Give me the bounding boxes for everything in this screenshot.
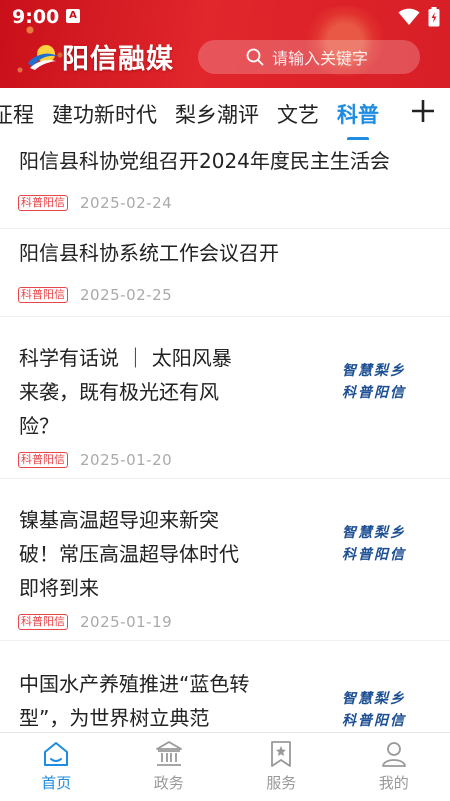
news-title-line: 破！常压高温超导体时代: [19, 537, 239, 571]
notification-badge-icon: A: [66, 9, 80, 23]
source-tag: 科普阳信: [18, 614, 68, 630]
tabs-scroll[interactable]: 征程 建功新时代 梨乡潮评 文艺 科普: [0, 88, 400, 140]
news-title-line: 险？: [19, 409, 232, 443]
nav-label: 服务: [266, 772, 296, 793]
news-title: 中国水产养殖推进“蓝色转 型”，为世界树立典范: [19, 667, 249, 732]
news-title-line: 科学有话说 ｜ 太阳风暴: [19, 341, 232, 375]
status-time: 9:00: [12, 6, 59, 28]
news-date: 2025-01-20: [80, 451, 172, 469]
tab-lixiang-chaoping[interactable]: 梨乡潮评: [175, 99, 259, 129]
status-bar: 9:00 A: [0, 0, 450, 34]
news-title-line: 中国水产养殖推进“蓝色转: [19, 667, 249, 701]
home-icon: [41, 739, 71, 769]
wifi-icon: [398, 8, 420, 26]
app-name: 阳信融媒: [62, 37, 174, 76]
news-date: 2025-02-24: [80, 194, 172, 212]
battery-icon: [428, 7, 440, 27]
news-date: 2025-01-19: [80, 613, 172, 631]
news-title-line: 来袭，既有极光还有风: [19, 375, 232, 409]
news-meta: 科普阳信 2025-02-25: [18, 286, 172, 304]
news-meta: 科普阳信 2025-01-20: [18, 451, 172, 469]
nav-label: 我的: [379, 772, 409, 793]
news-meta: 科普阳信 2025-02-24: [18, 194, 172, 212]
search-placeholder: 请输入关键字: [272, 45, 368, 69]
nav-label: 首页: [41, 772, 71, 793]
nav-service[interactable]: 服务: [225, 733, 338, 801]
news-item[interactable]: 中国水产养殖推进“蓝色转 型”，为世界树立典范 智慧梨乡 科普阳信: [0, 640, 450, 732]
app-header: 9:00 A 阳信融媒 请输入关键字: [0, 0, 450, 88]
plus-icon[interactable]: [410, 98, 436, 124]
news-title: 阳信县科协系统工作会议召开: [19, 236, 279, 270]
bottom-nav: 首页 政务 服务 我的: [0, 732, 450, 801]
bookmark-icon: [266, 739, 296, 769]
source-tag: 科普阳信: [18, 452, 68, 468]
tab-wenyi[interactable]: 文艺: [277, 99, 319, 129]
government-icon: [154, 739, 184, 769]
thumbnail-text: 科普阳信: [342, 382, 406, 404]
news-thumbnail: 智慧梨乡 科普阳信: [318, 352, 430, 412]
thumbnail-text: 智慧梨乡: [342, 522, 406, 544]
news-meta: 科普阳信 2025-01-19: [18, 613, 172, 631]
source-tag: 科普阳信: [18, 287, 68, 303]
news-date: 2025-02-25: [80, 286, 172, 304]
news-title-line: 阳信县科协系统工作会议召开: [19, 236, 279, 270]
news-title: 阳信县科协党组召开2024年度民主生活会: [19, 144, 390, 178]
news-title-line: 型”，为世界树立典范: [19, 701, 249, 732]
news-item[interactable]: 镍基高温超导迎来新突 破！常压高温超导体时代 即将到来 智慧梨乡 科普阳信 科普…: [0, 478, 450, 641]
search-input[interactable]: 请输入关键字: [198, 40, 420, 74]
tab-zhengcheng[interactable]: 征程: [0, 99, 34, 129]
news-thumbnail: 智慧梨乡 科普阳信: [318, 680, 430, 732]
news-title: 镍基高温超导迎来新突 破！常压高温超导体时代 即将到来: [19, 503, 239, 605]
thumbnail-text: 科普阳信: [342, 710, 406, 732]
thumbnail-text: 智慧梨乡: [342, 688, 406, 710]
news-item[interactable]: 阳信县科协系统工作会议召开 科普阳信 2025-02-25: [0, 228, 450, 317]
search-icon: [246, 48, 264, 66]
category-tab-bar: 征程 建功新时代 梨乡潮评 文艺 科普: [0, 88, 450, 140]
logo-swoosh-icon: [26, 41, 60, 71]
news-thumbnail: 智慧梨乡 科普阳信: [318, 514, 430, 574]
news-item[interactable]: 科学有话说 ｜ 太阳风暴 来袭，既有极光还有风 险？ 智慧梨乡 科普阳信 科普阳…: [0, 316, 450, 479]
nav-government[interactable]: 政务: [113, 733, 226, 801]
user-icon: [379, 739, 409, 769]
nav-label: 政务: [154, 772, 184, 793]
tab-jiangong[interactable]: 建功新时代: [52, 99, 157, 129]
nav-home[interactable]: 首页: [0, 733, 113, 801]
news-title: 科学有话说 ｜ 太阳风暴 来袭，既有极光还有风 险？: [19, 341, 232, 443]
app-logo: 阳信融媒: [26, 38, 174, 74]
source-tag: 科普阳信: [18, 195, 68, 211]
thumbnail-text: 科普阳信: [342, 544, 406, 566]
nav-profile[interactable]: 我的: [338, 733, 450, 801]
thumbnail-text: 智慧梨乡: [342, 360, 406, 382]
news-title-line: 镍基高温超导迎来新突: [19, 503, 239, 537]
news-list[interactable]: 阳信县科协党组召开2024年度民主生活会 科普阳信 2025-02-24 阳信县…: [0, 140, 450, 732]
news-title-line: 即将到来: [19, 571, 239, 605]
news-title-line: 阳信县科协党组召开2024年度民主生活会: [19, 144, 390, 178]
news-item[interactable]: 阳信县科协党组召开2024年度民主生活会 科普阳信 2025-02-24: [0, 140, 450, 229]
tab-kepu[interactable]: 科普: [337, 99, 379, 129]
